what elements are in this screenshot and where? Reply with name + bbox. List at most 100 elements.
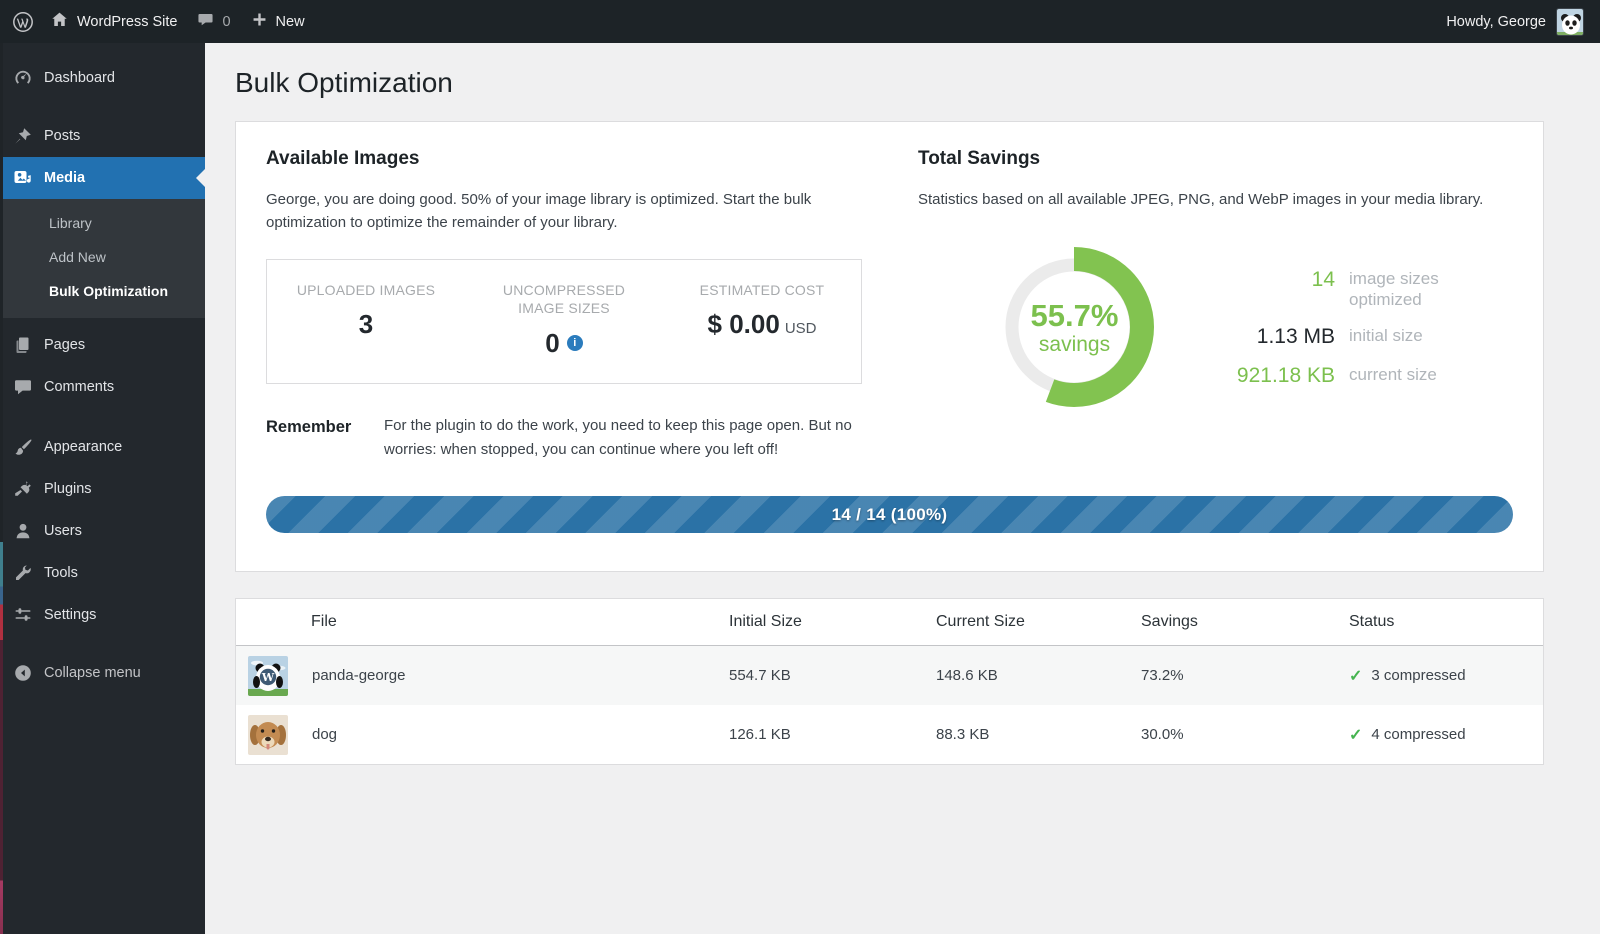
check-icon: ✓ (1349, 666, 1362, 686)
summary-stats-box: UPLOADED IMAGES 3 UNCOMPRESSED IMAGE SIZ… (266, 259, 862, 385)
sidebar-item-label: Appearance (44, 439, 122, 455)
sidebar-item-label: Dashboard (44, 70, 115, 86)
table-header-row: File Initial Size Current Size Savings S… (236, 599, 1543, 646)
visit-site[interactable]: WordPress Site (50, 0, 177, 43)
check-icon: ✓ (1349, 725, 1362, 745)
paintbrush-icon (13, 437, 33, 457)
status-text: 3 compressed (1371, 667, 1465, 684)
available-images-description: George, you are doing good. 50% of your … (266, 188, 862, 235)
results-table: File Initial Size Current Size Savings S… (235, 598, 1544, 765)
comments-count: 0 (222, 14, 230, 30)
plus-icon (251, 11, 268, 32)
table-row: W panda-george 554.7 KB 148.6 KB 73.2% ✓… (236, 646, 1543, 705)
collapse-arrow-icon (13, 663, 33, 683)
file-thumbnail-dog (248, 715, 288, 755)
svg-text:W: W (261, 671, 275, 684)
col-header-initial-size: Initial Size (729, 613, 936, 631)
screen-edge-artifact (0, 43, 3, 934)
remember-text: For the plugin to do the work, you need … (384, 414, 862, 462)
status-text: 4 compressed (1371, 726, 1465, 743)
dashboard-icon (13, 68, 33, 88)
total-savings-heading: Total Savings (918, 148, 1513, 170)
sidebar-item-comments[interactable]: Comments (0, 366, 205, 408)
wrench-icon (13, 563, 33, 583)
current-size-value: 148.6 KB (936, 667, 1141, 684)
initial-size-value: 126.1 KB (729, 726, 936, 743)
stat-image-sizes-optimized: 14 image sizes optimized (1185, 268, 1513, 311)
stat-uploaded-images: UPLOADED IMAGES 3 (267, 281, 465, 360)
greeting-text: Howdy, George (1446, 14, 1546, 30)
savings-stats: 14 image sizes optimized 1.13 MB initial… (1185, 268, 1513, 389)
savings-value: 73.2% (1141, 667, 1349, 684)
table-row: dog 126.1 KB 88.3 KB 30.0% ✓ 4 compresse… (236, 705, 1543, 764)
new-label: New (276, 14, 305, 30)
stat-uncompressed-sizes: UNCOMPRESSED IMAGE SIZES 0i (465, 281, 663, 360)
current-menu-arrow (196, 169, 205, 187)
site-name: WordPress Site (77, 14, 177, 30)
sidebar-item-label: Users (44, 523, 82, 539)
sidebar-item-label: Media (44, 170, 85, 186)
stat-initial-size: 1.13 MB initial size (1185, 325, 1513, 349)
media-icon (13, 168, 33, 188)
sidebar-item-label: Tools (44, 565, 78, 581)
col-header-savings: Savings (1141, 613, 1349, 631)
admin-bar: WordPress Site 0 New Howdy, George (0, 0, 1600, 43)
sidebar-item-posts[interactable]: Posts (0, 115, 205, 157)
sliders-icon (13, 605, 33, 625)
home-icon (50, 10, 69, 33)
total-savings-description: Statistics based on all available JPEG, … (918, 188, 1513, 211)
admin-bar-new[interactable]: New (251, 0, 305, 43)
stat-estimated-cost: ESTIMATED COST $ 0.00USD (663, 281, 861, 360)
file-name: panda-george (312, 667, 405, 684)
sidebar-item-plugins[interactable]: Plugins (0, 468, 205, 510)
col-header-current-size: Current Size (936, 613, 1141, 631)
sidebar-item-label: Collapse menu (44, 665, 141, 681)
savings-value: 30.0% (1141, 726, 1349, 743)
bulk-progress-bar: 14 / 14 (100%) (266, 496, 1513, 533)
sidebar-item-label: Comments (44, 379, 114, 395)
file-thumbnail-panda-george: W (248, 656, 288, 696)
info-icon[interactable]: i (567, 335, 583, 351)
admin-menu: Dashboard Posts Media Library Add New Bu… (0, 43, 205, 934)
sidebar-item-media[interactable]: Media (0, 157, 205, 199)
comment-bubble-icon (197, 11, 214, 32)
progress-label: 14 / 14 (100%) (832, 505, 948, 525)
sidebar-item-dashboard[interactable]: Dashboard (0, 57, 205, 99)
pages-icon (13, 335, 33, 355)
main-content: Bulk Optimization Available Images Georg… (205, 43, 1600, 934)
savings-donut-chart: 55.7% savings (982, 235, 1167, 420)
pushpin-icon (13, 126, 33, 146)
wordpress-logo-icon[interactable] (12, 0, 34, 43)
sidebar-item-tools[interactable]: Tools (0, 552, 205, 594)
remember-label: Remember (266, 414, 384, 462)
page-title: Bulk Optimization (235, 67, 1600, 99)
sidebar-item-library[interactable]: Library (0, 206, 205, 240)
sidebar-item-label: Settings (44, 607, 96, 623)
media-submenu: Library Add New Bulk Optimization (0, 199, 205, 318)
col-header-status: Status (1349, 613, 1543, 631)
currency-unit: USD (785, 320, 817, 337)
file-name: dog (312, 726, 337, 743)
sidebar-item-label: Posts (44, 128, 80, 144)
avatar (1556, 8, 1584, 36)
current-size-value: 88.3 KB (936, 726, 1141, 743)
available-images-heading: Available Images (266, 148, 862, 170)
collapse-menu-button[interactable]: Collapse menu (0, 652, 205, 694)
stat-current-size: 921.18 KB current size (1185, 364, 1513, 388)
sidebar-item-pages[interactable]: Pages (0, 324, 205, 366)
sidebar-item-settings[interactable]: Settings (0, 594, 205, 636)
sidebar-item-appearance[interactable]: Appearance (0, 426, 205, 468)
admin-bar-comments[interactable]: 0 (197, 0, 230, 43)
initial-size-value: 554.7 KB (729, 667, 936, 684)
sidebar-item-label: Plugins (44, 481, 92, 497)
sidebar-item-bulk-optimization[interactable]: Bulk Optimization (0, 274, 205, 308)
user-icon (13, 521, 33, 541)
sidebar-item-add-new[interactable]: Add New (0, 240, 205, 274)
remember-note: Remember For the plugin to do the work, … (266, 414, 862, 462)
sidebar-item-label: Pages (44, 337, 85, 353)
plug-icon (13, 479, 33, 499)
col-header-file: File (236, 613, 729, 631)
account-menu[interactable]: Howdy, George (1446, 8, 1584, 36)
sidebar-item-users[interactable]: Users (0, 510, 205, 552)
comments-icon (13, 377, 33, 397)
